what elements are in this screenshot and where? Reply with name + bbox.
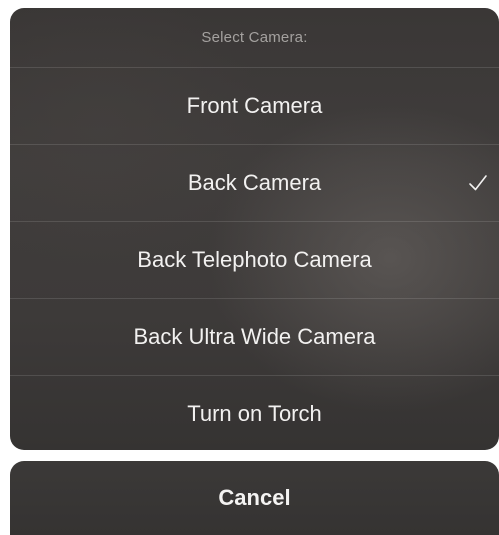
option-back-ultra-wide-camera[interactable]: Back Ultra Wide Camera bbox=[10, 299, 499, 375]
option-front-camera[interactable]: Front Camera bbox=[10, 68, 499, 144]
action-sheet-title: Select Camera: bbox=[201, 29, 308, 46]
option-back-camera[interactable]: Back Camera bbox=[10, 145, 499, 221]
checkmark-icon bbox=[469, 175, 487, 191]
option-label: Front Camera bbox=[186, 93, 323, 118]
camera-action-sheet: Select Camera: Front Camera Back Camera … bbox=[10, 8, 499, 450]
option-label: Back Ultra Wide Camera bbox=[133, 324, 376, 349]
option-label: Turn on Torch bbox=[187, 401, 322, 426]
cancel-label: Cancel bbox=[218, 485, 291, 510]
option-back-telephoto-camera[interactable]: Back Telephoto Camera bbox=[10, 222, 499, 298]
option-label: Back Camera bbox=[187, 170, 322, 195]
option-turn-on-torch[interactable]: Turn on Torch bbox=[10, 376, 499, 450]
option-label: Back Telephoto Camera bbox=[137, 247, 372, 272]
cancel-button[interactable]: Cancel bbox=[10, 461, 499, 535]
